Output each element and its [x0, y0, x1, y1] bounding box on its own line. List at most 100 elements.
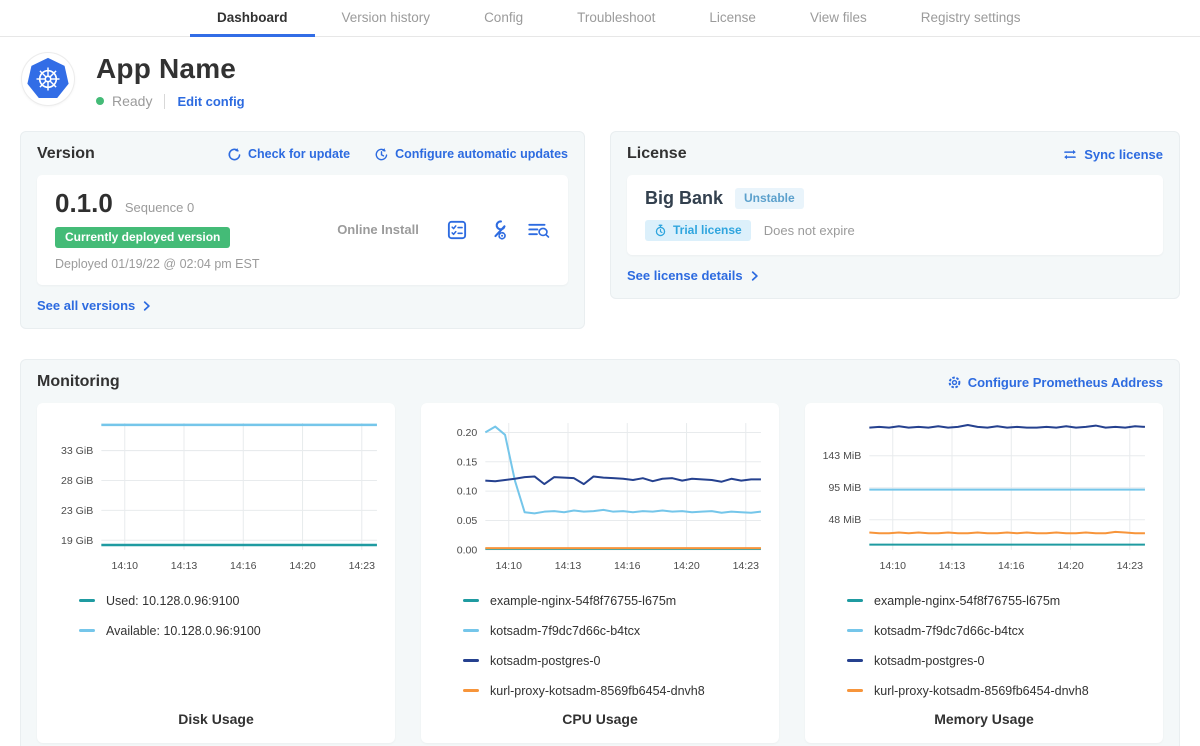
cpu-usage-chart: 0.000.050.100.150.2014:1014:1314:1614:20… [431, 413, 769, 578]
legend-color-dash [847, 689, 863, 692]
see-all-versions-link[interactable]: See all versions [37, 298, 568, 313]
svg-text:0.10: 0.10 [457, 486, 478, 498]
app-header: App Name Ready Edit config [0, 37, 1200, 117]
svg-text:48 MiB: 48 MiB [828, 514, 861, 526]
svg-text:14:13: 14:13 [555, 560, 582, 572]
legend-item: kotsadm-postgres-0 [847, 654, 1153, 668]
legend-color-dash [79, 629, 95, 632]
legend-item: kurl-proxy-kotsadm-8569fb6454-dnvh8 [847, 684, 1153, 698]
svg-text:95 MiB: 95 MiB [828, 482, 861, 494]
see-license-details-label: See license details [627, 268, 743, 283]
svg-text:23 GiB: 23 GiB [61, 505, 93, 517]
license-card-title: License [627, 145, 687, 163]
legend-item: kotsadm-7f9dc7d66c-b4tcx [463, 624, 769, 638]
svg-text:14:10: 14:10 [880, 560, 907, 572]
tab-troubleshoot[interactable]: Troubleshoot [550, 0, 682, 37]
svg-text:0.05: 0.05 [457, 515, 478, 527]
disk-usage-legend: Used: 10.128.0.96:9100 Available: 10.128.… [47, 594, 385, 638]
svg-text:14:16: 14:16 [230, 560, 257, 572]
trial-license-badge: Trial license [645, 220, 751, 241]
disk-usage-chart: 19 GiB 23 GiB 28 GiB 33 GiB 14:10 14:13 14:16 1… [47, 413, 385, 578]
legend-item: kotsadm-7f9dc7d66c-b4tcx [847, 624, 1153, 638]
customer-name: Big Bank [645, 188, 723, 209]
view-logs-icon[interactable] [526, 219, 550, 241]
svg-text:14:13: 14:13 [171, 560, 198, 572]
legend-label: example-nginx-54f8f76755-l675m [874, 594, 1060, 608]
see-license-details-link[interactable]: See license details [627, 268, 1163, 283]
clock-refresh-icon [374, 147, 389, 162]
chart-title: Memory Usage [815, 699, 1153, 735]
check-for-update-label: Check for update [248, 147, 350, 161]
tab-dashboard[interactable]: Dashboard [190, 0, 315, 37]
memory-usage-legend: example-nginx-54f8f76755-l675m kotsadm-7f… [815, 594, 1153, 698]
svg-text:14:16: 14:16 [614, 560, 641, 572]
page-title: App Name [96, 53, 245, 85]
deployed-timestamp: Deployed 01/19/22 @ 02:04 pm EST [55, 257, 310, 271]
legend-label: kurl-proxy-kotsadm-8569fb6454-dnvh8 [874, 684, 1089, 698]
chevron-right-icon [749, 270, 760, 282]
svg-text:14:10: 14:10 [112, 560, 139, 572]
cpu-usage-panel: 0.000.050.100.150.2014:1014:1314:1614:20… [421, 403, 779, 743]
expiration-label: Does not expire [764, 223, 855, 238]
svg-text:14:20: 14:20 [1057, 560, 1084, 572]
legend-label: kotsadm-postgres-0 [874, 654, 984, 668]
ready-status-dot [96, 97, 104, 105]
monitoring-card: Monitoring Configure Prometheus Address … [20, 359, 1180, 746]
legend-label: kotsadm-7f9dc7d66c-b4tcx [874, 624, 1024, 638]
disk-usage-plot: 19 GiB 23 GiB 28 GiB 33 GiB 14:10 14:13 14:16 1… [47, 413, 385, 578]
trial-license-label: Trial license [673, 223, 742, 237]
legend-item: example-nginx-54f8f76755-l675m [463, 594, 769, 608]
tab-version-history[interactable]: Version history [315, 0, 458, 37]
sync-license-link[interactable]: Sync license [1062, 147, 1163, 162]
svg-text:14:23: 14:23 [733, 560, 760, 572]
divider [164, 94, 165, 109]
channel-badge: Unstable [735, 188, 804, 209]
top-nav: Dashboard Version history Config Trouble… [0, 0, 1200, 37]
sequence-label: Sequence 0 [125, 200, 194, 215]
kubernetes-logo-icon [22, 53, 74, 105]
preflight-checks-icon[interactable] [446, 219, 468, 241]
svg-text:33 GiB: 33 GiB [61, 445, 93, 457]
cpu-usage-legend: example-nginx-54f8f76755-l675m kotsadm-7f… [431, 594, 769, 698]
tab-license[interactable]: License [682, 0, 783, 37]
legend-color-dash [79, 599, 95, 602]
svg-text:0.20: 0.20 [457, 427, 478, 439]
edit-config-link[interactable]: Edit config [177, 94, 244, 109]
legend-item: example-nginx-54f8f76755-l675m [847, 594, 1153, 608]
legend-item: kurl-proxy-kotsadm-8569fb6454-dnvh8 [463, 684, 769, 698]
configure-automatic-updates-label: Configure automatic updates [395, 147, 568, 161]
configure-prometheus-link[interactable]: Configure Prometheus Address [947, 375, 1163, 390]
stopwatch-icon [654, 224, 667, 237]
svg-text:14:23: 14:23 [349, 560, 376, 572]
legend-color-dash [847, 599, 863, 602]
version-number: 0.1.0 [55, 188, 113, 219]
svg-text:19 GiB: 19 GiB [61, 535, 93, 547]
legend-color-dash [463, 689, 479, 692]
version-card: Version Check for update [20, 131, 585, 329]
sync-license-label: Sync license [1084, 147, 1163, 162]
legend-color-dash [463, 629, 479, 632]
svg-text:14:20: 14:20 [673, 560, 700, 572]
chart-title: CPU Usage [431, 699, 769, 735]
legend-label: Used: 10.128.0.96:9100 [106, 594, 239, 608]
disk-usage-panel: 19 GiB 23 GiB 28 GiB 33 GiB 14:10 14:13 14:16 1… [37, 403, 395, 743]
tab-view-files[interactable]: View files [783, 0, 894, 37]
cpu-usage-plot: 0.000.050.100.150.2014:1014:1314:1614:20… [431, 413, 769, 578]
tab-config[interactable]: Config [457, 0, 550, 37]
configure-automatic-updates-link[interactable]: Configure automatic updates [374, 147, 568, 162]
svg-text:0.15: 0.15 [457, 456, 478, 468]
legend-color-dash [463, 599, 479, 602]
legend-label: example-nginx-54f8f76755-l675m [490, 594, 676, 608]
check-for-update-link[interactable]: Check for update [227, 147, 350, 162]
tab-registry-settings[interactable]: Registry settings [894, 0, 1048, 37]
gear-icon [947, 375, 962, 390]
svg-text:14:16: 14:16 [998, 560, 1025, 572]
svg-text:14:20: 14:20 [289, 560, 316, 572]
svg-text:28 GiB: 28 GiB [61, 475, 93, 487]
memory-usage-panel: 48 MiB95 MiB143 MiB14:1014:1314:1614:201… [805, 403, 1163, 743]
edit-config-wrench-icon[interactable] [486, 219, 508, 241]
app-status: Ready [112, 93, 152, 109]
legend-label: Available: 10.128.0.96:9100 [106, 624, 261, 638]
refresh-icon [227, 147, 242, 162]
currently-deployed-badge: Currently deployed version [55, 227, 230, 248]
